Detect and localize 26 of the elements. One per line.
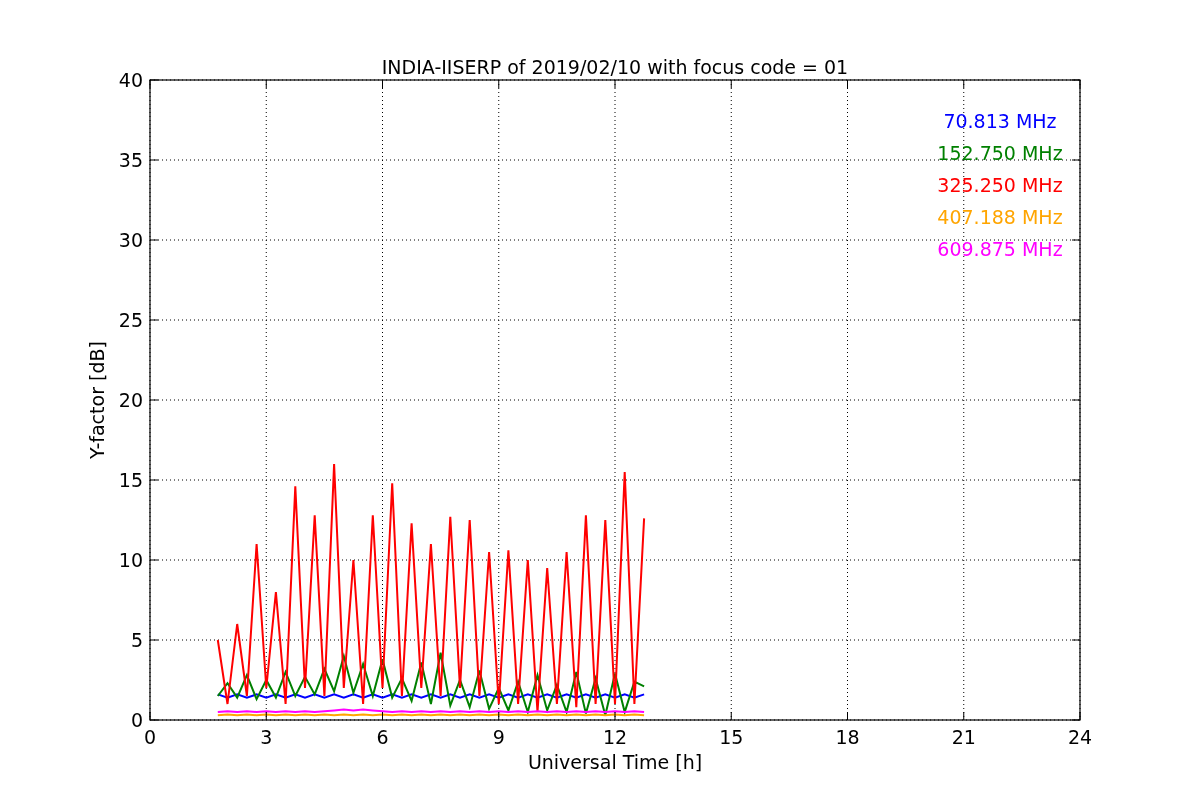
tick-label: 15	[118, 469, 143, 491]
tick-label: 10	[118, 549, 143, 571]
tick-label: 21	[951, 726, 976, 748]
chart-title: INDIA-IISERP of 2019/02/10 with focus code = 01	[381, 56, 849, 78]
tick-label: 0	[130, 709, 143, 731]
tick-label: 5	[130, 629, 143, 651]
tick-label: 20	[118, 389, 143, 411]
tick-label: 0	[143, 726, 157, 748]
legend-label: 70.813 MHz	[943, 110, 1057, 132]
legend-label: 407.188 MHz	[937, 206, 1063, 228]
legend-label: 325.250 MHz	[937, 174, 1063, 196]
tick-label: 3	[260, 726, 273, 748]
tick-label: 25	[118, 309, 143, 331]
legend-label: 609.875 MHz	[937, 238, 1063, 260]
tick-label: 12	[602, 726, 628, 748]
tick-label: 40	[118, 69, 143, 91]
tick-label: 35	[118, 149, 143, 171]
y-axis-title: Y-factor [dB]	[86, 341, 108, 459]
tick-label: 18	[835, 726, 860, 748]
tick-label: 6	[376, 726, 389, 748]
tick-label: 9	[492, 726, 505, 748]
tick-label: 15	[719, 726, 744, 748]
x-axis-title: Universal Time [h]	[527, 751, 703, 773]
legend-label: 152.750 MHz	[937, 142, 1063, 164]
tick-label: 24	[1067, 726, 1093, 748]
tick-label: 30	[118, 229, 143, 251]
